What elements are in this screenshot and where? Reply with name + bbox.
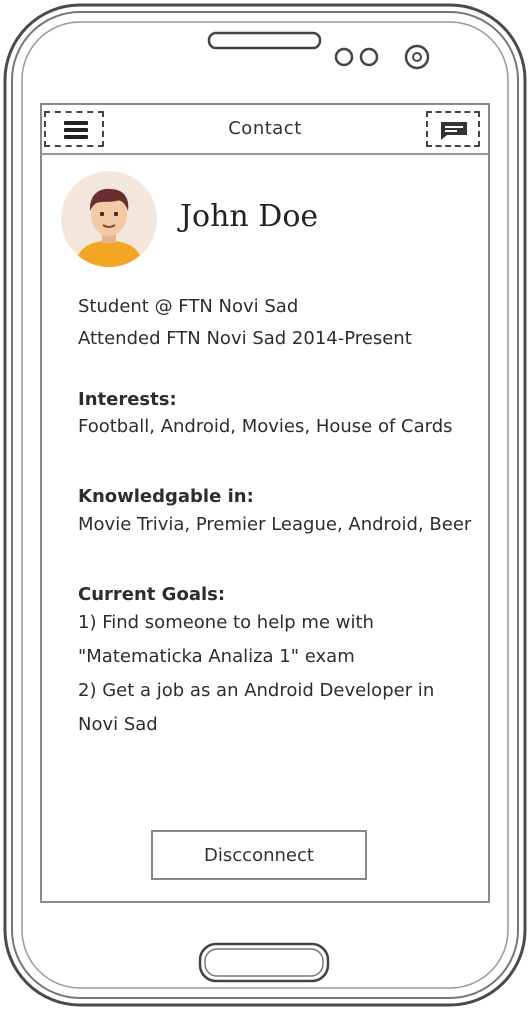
goals-line-3: 2) Get a job as an Android Developer in	[78, 680, 435, 701]
education-text: Attended FTN Novi Sad 2014-Present	[78, 328, 412, 349]
app-bar: Contact	[42, 105, 488, 155]
goals-line-1: 1) Find someone to help me with	[78, 612, 374, 633]
knowledgeable-text: Movie Trivia, Premier League, Android, B…	[78, 514, 472, 535]
disconnect-button[interactable]: Discconnect	[151, 830, 367, 880]
interests-heading: Interests:	[78, 389, 177, 410]
message-icon	[441, 122, 467, 140]
app-screen: Contact John Doe Student @ FTN Novi Sad …	[40, 103, 490, 903]
occupation-text: Student @ FTN Novi Sad	[78, 296, 299, 317]
interests-text: Football, Android, Movies, House of Card…	[78, 416, 453, 437]
contact-name: John Doe	[180, 199, 319, 234]
knowledgeable-heading: Knowledgable in:	[78, 486, 254, 507]
goals-line-4: Novi Sad	[78, 714, 158, 735]
message-button[interactable]	[426, 111, 480, 147]
user-avatar-icon	[61, 171, 157, 267]
goals-heading: Current Goals:	[78, 584, 226, 605]
goals-line-2: "Matematicka Analiza 1" exam	[78, 646, 355, 667]
avatar	[61, 171, 157, 267]
page-title: Contact	[228, 118, 302, 139]
